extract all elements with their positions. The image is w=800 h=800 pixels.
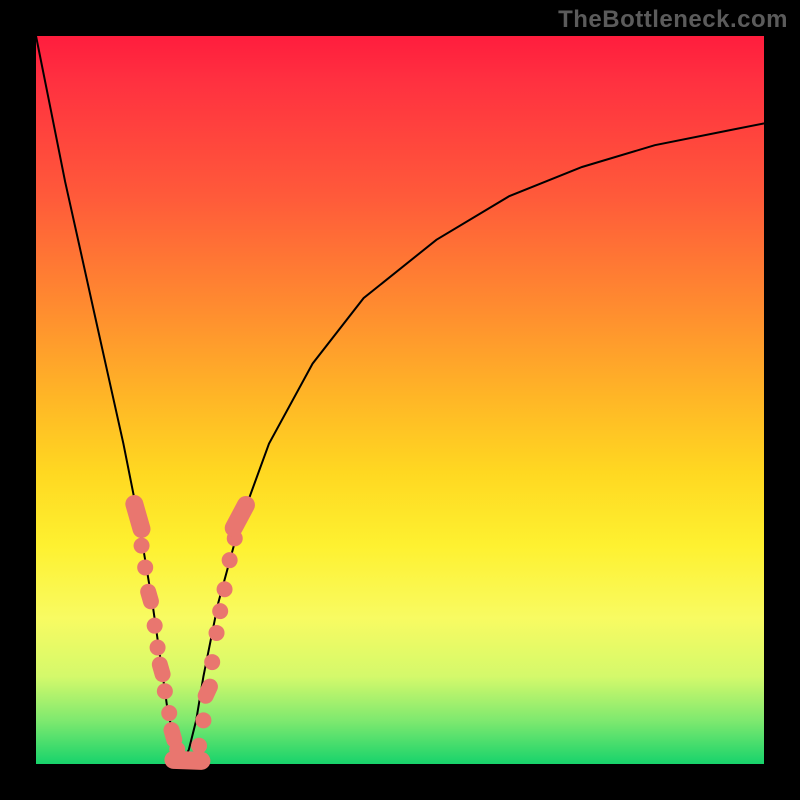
data-marker-dot <box>137 559 153 575</box>
data-marker-pill <box>138 582 161 611</box>
data-marker-dot <box>134 538 150 554</box>
curve-group <box>36 36 764 764</box>
data-marker-dot <box>191 738 207 754</box>
data-marker-dot <box>222 552 238 568</box>
outer-frame: TheBottleneck.com <box>0 0 800 800</box>
bottleneck-curve <box>36 36 764 764</box>
data-marker-pill <box>222 493 259 540</box>
data-marker-dot <box>147 618 163 634</box>
data-marker-dot <box>161 705 177 721</box>
markers-group <box>123 493 258 770</box>
data-marker-dot <box>204 654 220 670</box>
watermark-text: TheBottleneck.com <box>558 6 788 34</box>
data-marker-pill <box>123 493 152 540</box>
data-marker-pill <box>150 655 173 684</box>
data-marker-dot <box>150 640 166 656</box>
plot-area <box>36 36 764 764</box>
data-marker-dot <box>195 712 211 728</box>
data-marker-dot <box>157 683 173 699</box>
data-marker-dot <box>209 625 225 641</box>
chart-svg <box>36 36 764 764</box>
data-marker-dot <box>217 581 233 597</box>
data-marker-dot <box>212 603 228 619</box>
data-marker-pill <box>164 751 211 771</box>
